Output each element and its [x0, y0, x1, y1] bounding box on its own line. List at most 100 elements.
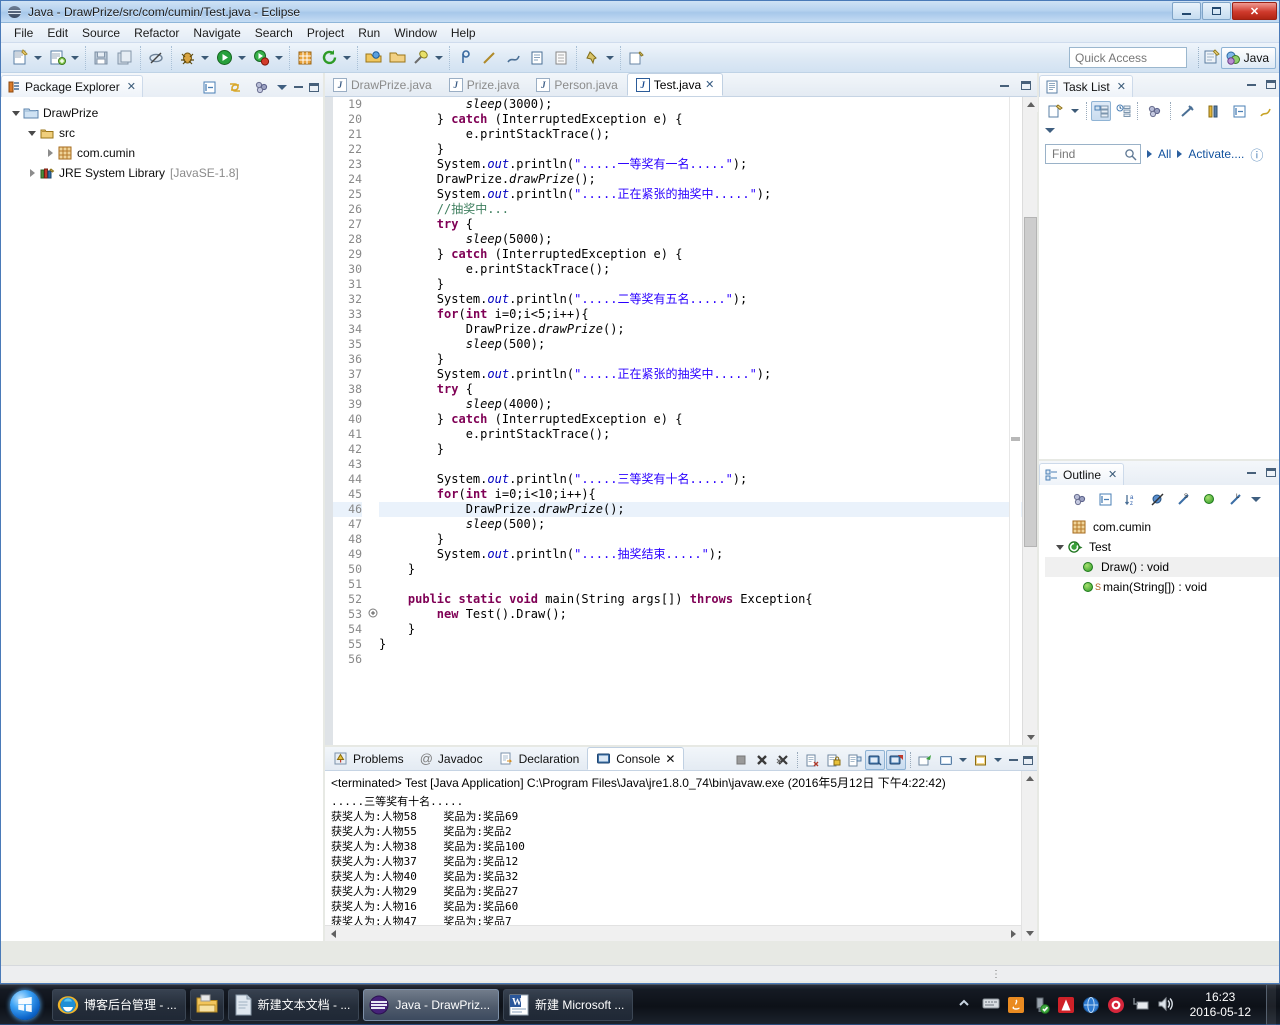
code-line[interactable]: sleep(500);: [379, 337, 1037, 352]
code-line[interactable]: [379, 652, 1037, 667]
external-tools-dropdown-icon[interactable]: [273, 47, 284, 69]
task-find-input[interactable]: Find: [1045, 144, 1141, 164]
console-preferences-dropdown-icon[interactable]: [992, 749, 1003, 771]
run-external-tools-icon[interactable]: [250, 47, 272, 69]
close-icon[interactable]: ✕: [665, 752, 675, 766]
code-line[interactable]: }: [379, 532, 1037, 547]
toggle-mark-occurrences-icon[interactable]: [145, 47, 167, 69]
code-line[interactable]: }: [379, 637, 1037, 652]
code-line[interactable]: for(int i=0;i<10;i++){: [379, 487, 1037, 502]
collapse-all-icon[interactable]: [198, 76, 220, 98]
minimize-console-icon[interactable]: [1006, 754, 1020, 767]
twisty-icon[interactable]: [25, 166, 39, 180]
refresh-icon[interactable]: [318, 47, 340, 69]
code-line[interactable]: System.out.println(".....三等奖有十名.....");: [379, 472, 1037, 487]
twisty-icon[interactable]: [9, 106, 23, 120]
code-line[interactable]: }: [379, 622, 1037, 637]
clear-console-icon[interactable]: [802, 750, 822, 770]
code-line[interactable]: DrawPrize.drawPrize();: [379, 502, 1037, 517]
taskbar-item-browser[interactable]: 博客后台管理 - ...: [52, 989, 186, 1021]
menu-item-file[interactable]: File: [7, 24, 40, 42]
code-line[interactable]: }: [379, 142, 1037, 157]
filter-all-link[interactable]: All: [1158, 147, 1171, 161]
code-line[interactable]: }: [379, 442, 1037, 457]
console-dropdown-arrow-icon[interactable]: [957, 749, 968, 771]
tree-item-src[interactable]: src: [7, 123, 323, 143]
tab-problems[interactable]: Problems: [325, 747, 412, 770]
close-icon[interactable]: ✕: [1108, 468, 1117, 481]
console-preferences-icon[interactable]: [971, 750, 991, 770]
focus-on-workweek-icon[interactable]: [1176, 100, 1198, 122]
tree-item-drawprize[interactable]: DrawPrize: [7, 103, 323, 123]
pin-console-icon[interactable]: [844, 750, 864, 770]
code-line[interactable]: DrawPrize.drawPrize();: [379, 322, 1037, 337]
tree-item-com-cumin[interactable]: com.cumin: [7, 143, 323, 163]
outline-item-class-test[interactable]: Test: [1045, 537, 1280, 557]
view-menu-icon[interactable]: [250, 76, 272, 98]
hide-local-types-icon[interactable]: L: [1224, 488, 1246, 510]
close-button[interactable]: ✕: [1232, 2, 1277, 20]
code-line[interactable]: sleep(4000);: [379, 397, 1037, 412]
editor-vertical-scrollbar[interactable]: [1022, 97, 1037, 745]
code-line[interactable]: }: [379, 277, 1037, 292]
taskbar-item-explorer[interactable]: [190, 989, 224, 1021]
hide-static-icon[interactable]: S: [1172, 488, 1194, 510]
new-package-icon[interactable]: [294, 47, 316, 69]
close-icon[interactable]: ✕: [1117, 80, 1126, 93]
remove-launch-icon[interactable]: [752, 750, 772, 770]
keyboard-input-icon[interactable]: [982, 996, 1000, 1014]
console-output-area[interactable]: <terminated> Test [Java Application] C:\…: [325, 771, 1037, 941]
outline-view-menu-icon[interactable]: [1068, 488, 1090, 510]
twisty-icon[interactable]: [1053, 540, 1067, 554]
security-shield-icon[interactable]: [1107, 996, 1125, 1014]
scroll-up-arrow-icon[interactable]: [1023, 97, 1038, 112]
previous-annotation-icon[interactable]: [454, 47, 476, 69]
scheduled-presentation-icon[interactable]: [1113, 101, 1133, 121]
resize-grip-icon[interactable]: ⋮: [991, 969, 1003, 980]
outline-item-method-main[interactable]: S main(String[]) : void: [1045, 577, 1280, 597]
collapse-all-icon[interactable]: [1094, 488, 1116, 510]
twisty-icon[interactable]: [43, 146, 57, 160]
categorized-presentation-icon[interactable]: [1091, 101, 1111, 121]
network-connection-icon[interactable]: [1132, 996, 1150, 1014]
menu-item-help[interactable]: Help: [444, 24, 483, 42]
menu-item-edit[interactable]: Edit: [40, 24, 75, 42]
outline-item-package[interactable]: com.cumin: [1045, 517, 1280, 537]
pin-dropdown-icon[interactable]: [604, 47, 615, 69]
sort-icon[interactable]: az: [1120, 488, 1142, 510]
open-console-icon[interactable]: [886, 750, 906, 770]
view-menu-chevron-icon[interactable]: [275, 81, 289, 94]
restore-button[interactable]: [1202, 2, 1231, 20]
code-line[interactable]: sleep(3000);: [379, 97, 1037, 112]
start-button[interactable]: [2, 988, 48, 1022]
console-vertical-scrollbar[interactable]: [1021, 771, 1037, 941]
next-annotation-icon[interactable]: [478, 47, 500, 69]
perspective-java-button[interactable]: Java: [1221, 47, 1276, 69]
hide-fields-icon[interactable]: [1146, 488, 1168, 510]
code-line[interactable]: System.out.println(".....正在紧张的抽奖中.....")…: [379, 367, 1037, 382]
task-view-chevron-icon[interactable]: [1043, 124, 1057, 137]
synchronize-changed-icon[interactable]: [1202, 100, 1224, 122]
activate-link[interactable]: Activate....: [1188, 147, 1244, 161]
run-icon[interactable]: [213, 47, 235, 69]
tab-task-list[interactable]: Task List ✕: [1039, 75, 1133, 97]
remove-all-terminated-icon[interactable]: [773, 750, 793, 770]
new-class-dropdown-icon[interactable]: [69, 47, 80, 69]
tab-outline[interactable]: Outline ✕: [1039, 463, 1124, 485]
show-whitespace-icon[interactable]: [550, 47, 572, 69]
overview-ruler[interactable]: [1009, 97, 1021, 745]
code-line[interactable]: new Test().Draw();: [379, 607, 1037, 622]
annotation-ruler[interactable]: [325, 97, 333, 745]
code-line[interactable]: e.printStackTrace();: [379, 127, 1037, 142]
code-line[interactable]: public static void main(String args[]) t…: [379, 592, 1037, 607]
scroll-down-arrow-icon[interactable]: [1022, 926, 1037, 941]
code-line[interactable]: e.printStackTrace();: [379, 427, 1037, 442]
last-edit-location-icon[interactable]: [502, 47, 524, 69]
code-line[interactable]: //抽奖中...: [379, 202, 1037, 217]
open-console-dropdown-icon[interactable]: [936, 750, 956, 770]
close-icon[interactable]: ✕: [705, 78, 714, 91]
tree-item-jre-system-library[interactable]: JRE System Library [JavaSE-1.8]: [7, 163, 323, 183]
code-line[interactable]: } catch (InterruptedException e) {: [379, 247, 1037, 262]
code-line[interactable]: [379, 457, 1037, 472]
tab-declaration[interactable]: Declaration: [491, 747, 588, 770]
